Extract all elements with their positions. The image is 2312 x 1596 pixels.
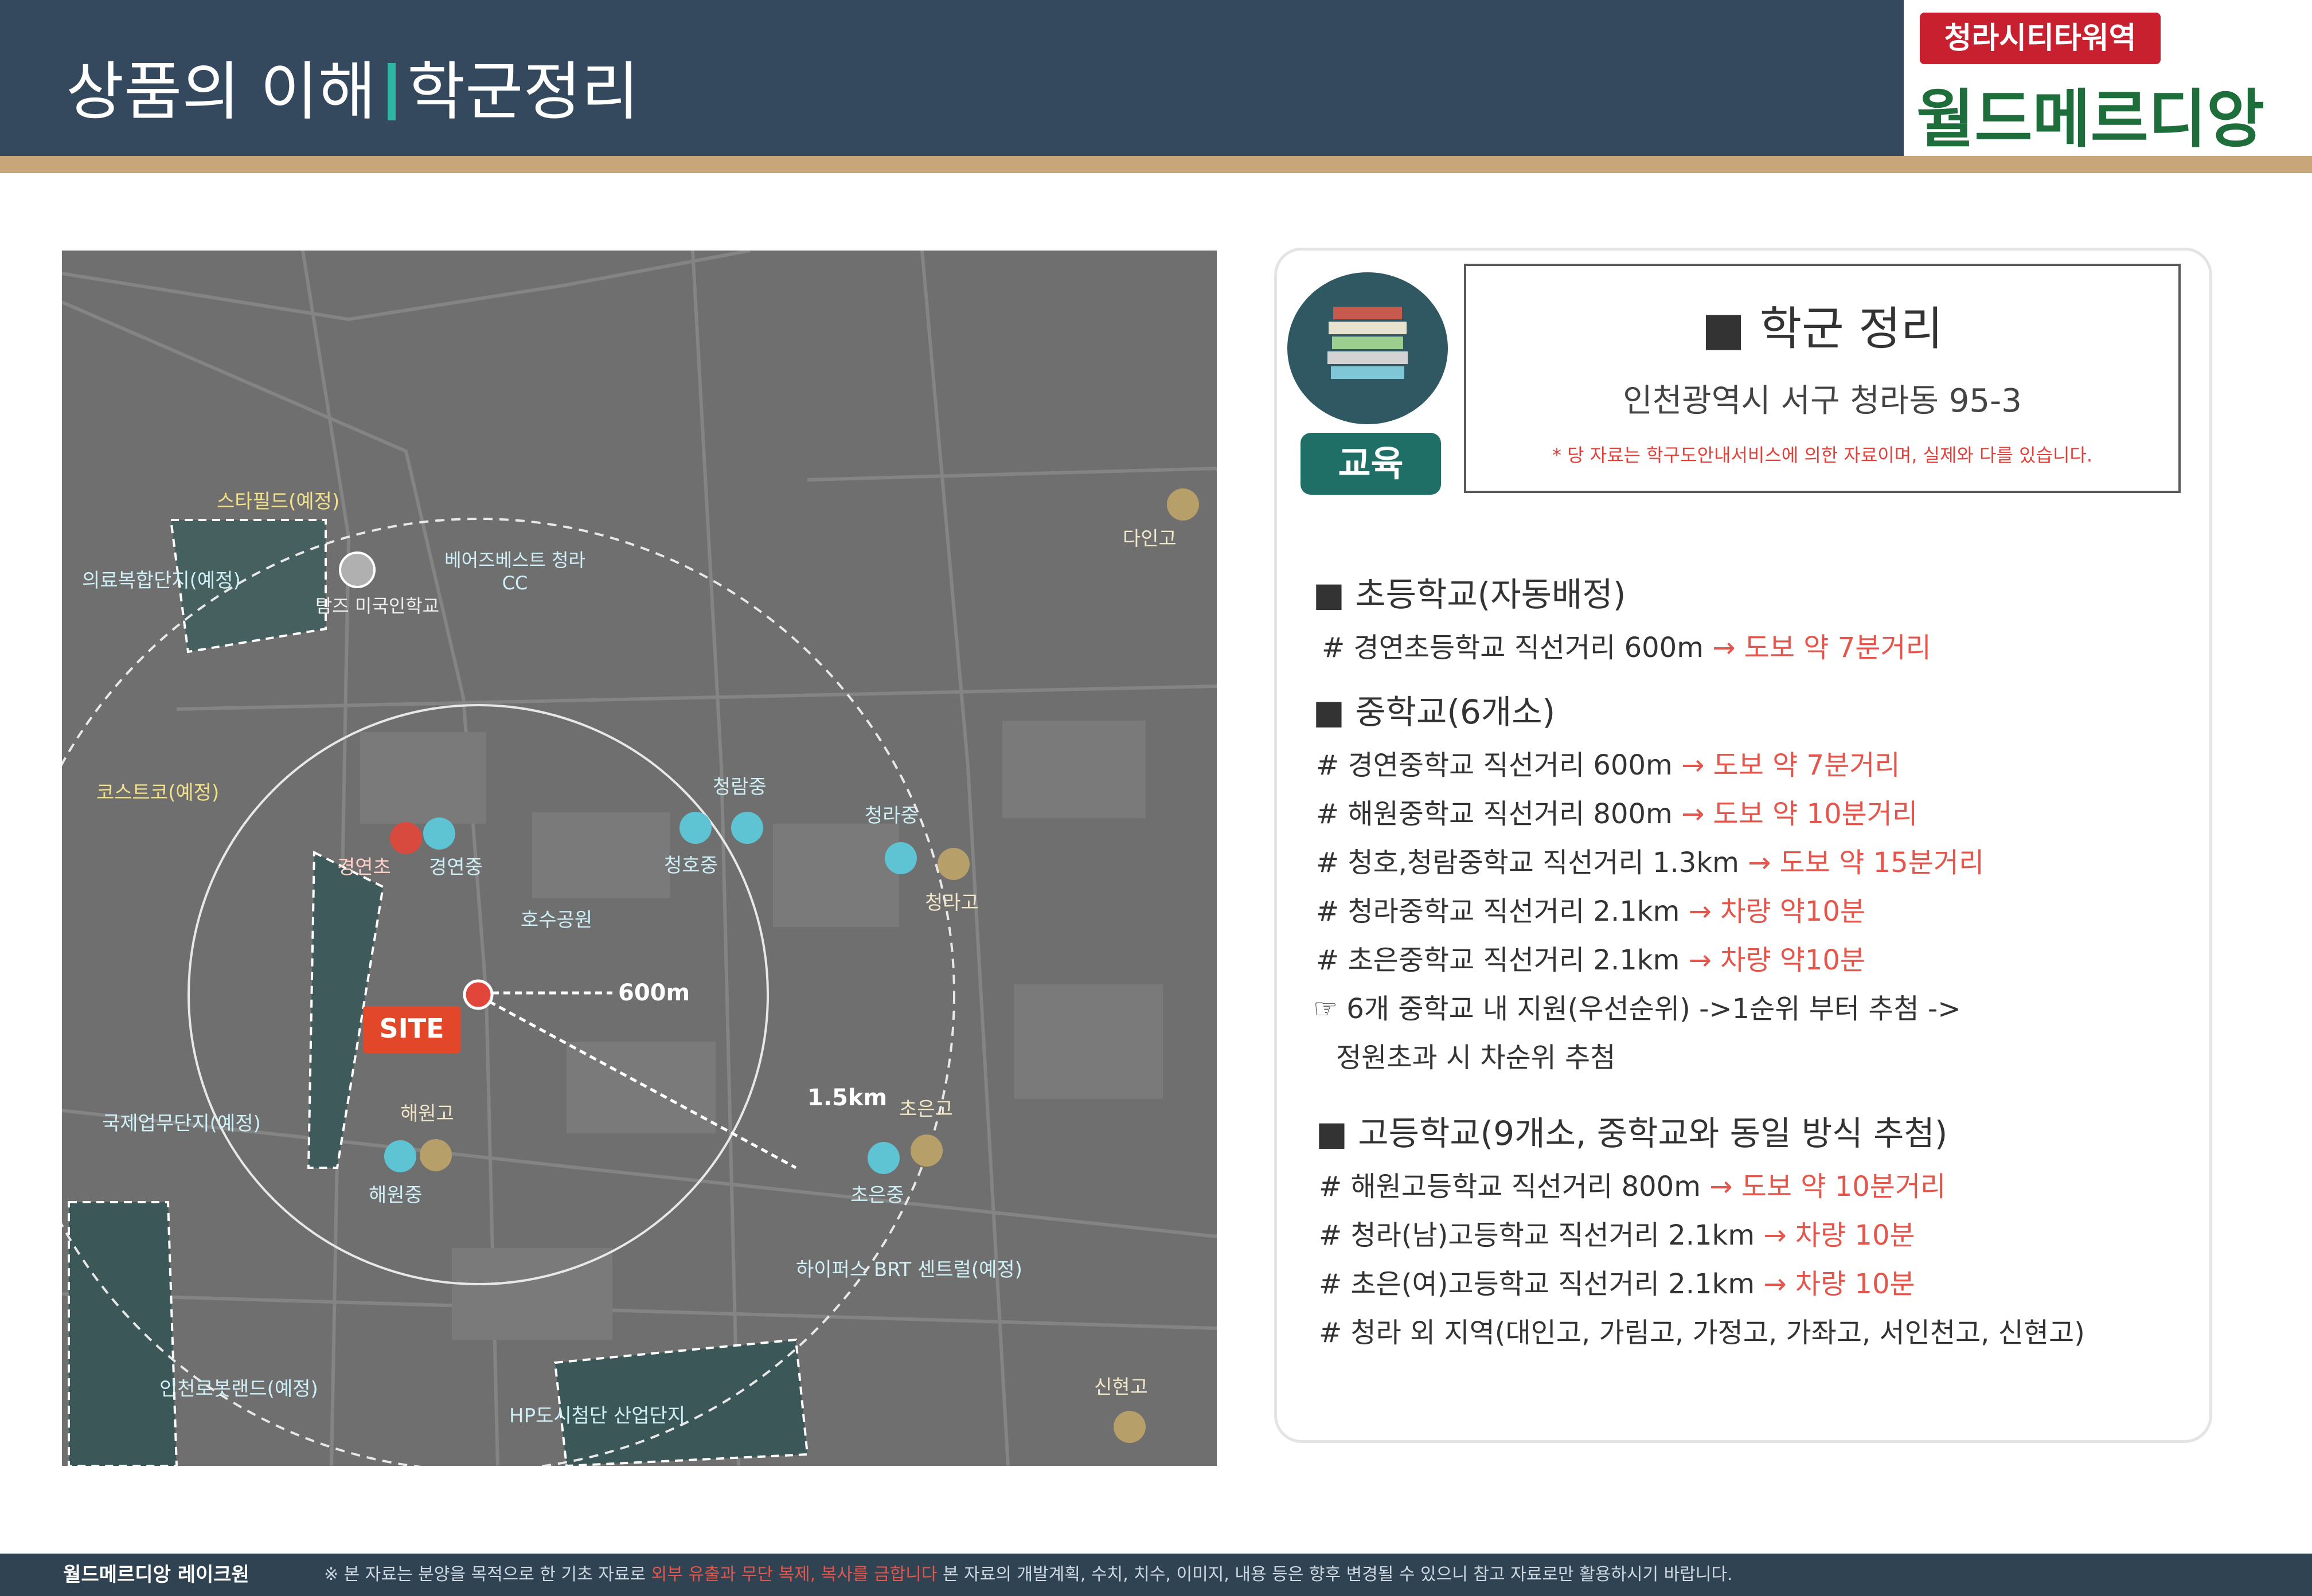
place-label: 인천로봇랜드(예정) bbox=[159, 1378, 318, 1401]
place-label: 청라고 bbox=[925, 891, 979, 914]
school-distance: # 초은중학교 직선거리 2.1km bbox=[1316, 944, 1680, 976]
header-bar: 상품의 이해 학군정리 bbox=[0, 0, 1904, 156]
logo-station: 청라시티타워역 bbox=[1920, 13, 2161, 64]
place-label: 경연중 bbox=[429, 856, 483, 879]
place-label: 국제업무단지(예정) bbox=[102, 1112, 261, 1135]
section-middle: ■ 중학교(6개소) bbox=[1313, 693, 1556, 732]
list-item: # 경연중학교 직선거리 600m → 도보 약 7분거리 bbox=[1316, 742, 1900, 783]
footer-brand: 월드메르디앙 레이크원 bbox=[63, 1563, 249, 1586]
place-label: 초은중 bbox=[850, 1184, 904, 1207]
distance-600m: 600m bbox=[618, 980, 690, 1006]
place-label: 탐즈 미국인학교 bbox=[315, 595, 440, 617]
section-elementary: ■ 초등학교(자동배정) bbox=[1313, 575, 1626, 614]
site-label: SITE bbox=[379, 1013, 444, 1044]
place-label: 의료복합단지(예정) bbox=[82, 569, 241, 592]
section-high: ■ 고등학교(9개소, 중학교와 동일 방식 추첨) bbox=[1316, 1114, 1948, 1153]
list-item: # 청라(남)고등학교 직선거리 2.1km → 차량 10분 bbox=[1319, 1212, 1915, 1253]
travel-time: → 도보 약 10분거리 bbox=[1681, 798, 1918, 830]
place-label: 청람중 bbox=[713, 776, 767, 799]
header-accent-line bbox=[0, 156, 2312, 173]
summary-note: * 당 자료는 학구도안내서비스에 의한 자료이며, 실제와 다를 있습니다. bbox=[1552, 444, 2093, 466]
list-item: # 초은중학교 직선거리 2.1km → 차량 약10분 bbox=[1316, 937, 1865, 977]
travel-time: → 차량 약10분 bbox=[1688, 944, 1866, 976]
summary-box: ■ 학군 정리 인천광역시 서구 청라동 95-3 * 당 자료는 학구도안내서… bbox=[1464, 264, 2181, 493]
place-label: 베어즈베스트 청라CC bbox=[444, 549, 585, 594]
school-distance: # 청라 외 지역(대인고, 가림고, 가정고, 가좌고, 서인천고, 신현고) bbox=[1319, 1317, 2085, 1349]
title-divider bbox=[387, 63, 396, 120]
travel-time: → 차량 10분 bbox=[1763, 1219, 1915, 1251]
place-label: 해원중 bbox=[369, 1184, 423, 1207]
place-label: 해원고 bbox=[400, 1102, 454, 1125]
place-label: 하이퍼스 BRT 센트럴(예정) bbox=[796, 1258, 1022, 1281]
place-label: 신현고 bbox=[1094, 1376, 1148, 1399]
place-label: 호수공원 bbox=[521, 909, 593, 932]
books-graphic bbox=[1327, 307, 1408, 379]
place-label: 청라중 bbox=[865, 804, 919, 827]
place-label: HP도시첨단 산업단지 bbox=[509, 1405, 686, 1427]
list-item: # 해원고등학교 직선거리 800m → 도보 약 10분거리 bbox=[1319, 1164, 1946, 1204]
brand-logo: 청라시티타워역 월드메르디앙 bbox=[1904, 0, 2312, 156]
list-item: # 초은(여)고등학교 직선거리 2.1km → 차량 10분 bbox=[1319, 1261, 1915, 1301]
school-distance: # 경연중학교 직선거리 600m bbox=[1316, 749, 1673, 781]
travel-time: → 도보 약 7분거리 bbox=[1681, 749, 1900, 781]
school-distance: # 청라중학교 직선거리 2.1km bbox=[1316, 895, 1680, 928]
travel-time: → 차량 10분 bbox=[1763, 1268, 1915, 1300]
travel-time: → 도보 약 7분거리 bbox=[1712, 632, 1931, 664]
footer-disclaimer: ※ 본 자료는 분양을 목적으로 한 기초 자료로 외부 유출과 무단 복제, … bbox=[324, 1554, 1733, 1596]
place-label: 다인고 bbox=[1123, 527, 1177, 550]
page-title: 상품의 이해 학군정리 bbox=[66, 40, 639, 132]
travel-time: → 도보 약 10분거리 bbox=[1709, 1171, 1946, 1203]
footer-note-b: 본 자료의 개발계획, 수치, 치수, 이미지, 내용 등은 향후 변경될 수 … bbox=[943, 1564, 1733, 1585]
title-topic: 학군정리 bbox=[407, 55, 639, 128]
list-item: # 청라중학교 직선거리 2.1km → 차량 약10분 bbox=[1316, 889, 1865, 929]
books-icon bbox=[1287, 272, 1448, 424]
summary-title: ■ 학군 정리 bbox=[1701, 302, 1943, 355]
school-distance: # 초은(여)고등학교 직선거리 2.1km bbox=[1319, 1268, 1755, 1300]
summary-address: 인천광역시 서구 청라동 95-3 bbox=[1623, 382, 2022, 420]
map-graphic bbox=[62, 251, 1217, 1466]
place-label: 코스트코(예정) bbox=[96, 781, 220, 804]
place-label: 스타필드(예정) bbox=[217, 490, 340, 513]
footer-note-a: ※ 본 자료는 분양을 목적으로 한 기초 자료로 bbox=[324, 1564, 646, 1585]
middle-note-2: 정원초과 시 차순위 추첨 bbox=[1336, 1042, 1616, 1074]
travel-time: → 차량 약10분 bbox=[1688, 895, 1866, 928]
logo-brand: 월드메르디앙 bbox=[1916, 83, 2265, 156]
place-label: 경연초 bbox=[337, 856, 391, 879]
school-distance: # 해원중학교 직선거리 800m bbox=[1316, 798, 1673, 830]
distance-1-5km: 1.5km bbox=[807, 1085, 888, 1111]
travel-time: → 도보 약 15분거리 bbox=[1748, 847, 1985, 879]
school-distance: # 경연초등학교 직선거리 600m bbox=[1322, 632, 1704, 664]
school-distance: # 청라(남)고등학교 직선거리 2.1km bbox=[1319, 1219, 1755, 1251]
middle-note: ☞ 6개 중학교 내 지원(우선순위) ->1순위 부터 추첨 -> bbox=[1313, 993, 1961, 1025]
list-item: # 청호,청람중학교 직선거리 1.3km → 도보 약 15분거리 bbox=[1316, 840, 1984, 880]
school-distance: # 해원고등학교 직선거리 800m bbox=[1319, 1171, 1701, 1203]
footer-note-red: 외부 유출과 무단 복제, 복사를 금합니다 bbox=[651, 1564, 938, 1585]
school-distance: # 청호,청람중학교 직선거리 1.3km bbox=[1316, 847, 1739, 879]
list-item: # 청라 외 지역(대인고, 가림고, 가정고, 가좌고, 서인천고, 신현고) bbox=[1319, 1310, 2085, 1350]
place-label: 초은고 bbox=[899, 1098, 953, 1121]
school-district-map: SITE 600m 1.5km 스타필드(예정) 의료복합단지(예정) 탐즈 미… bbox=[62, 251, 1217, 1466]
list-item: # 해원중학교 직선거리 800m → 도보 약 10분거리 bbox=[1316, 791, 1917, 831]
place-label: 청호중 bbox=[664, 854, 718, 877]
title-section: 상품의 이해 bbox=[66, 55, 376, 128]
education-badge: 교육 bbox=[1300, 433, 1441, 495]
list-item: # 경연초등학교 직선거리 600m → 도보 약 7분거리 bbox=[1322, 625, 1931, 665]
footer-bar: 월드메르디앙 레이크원 ※ 본 자료는 분양을 목적으로 한 기초 자료로 외부… bbox=[0, 1554, 2312, 1596]
